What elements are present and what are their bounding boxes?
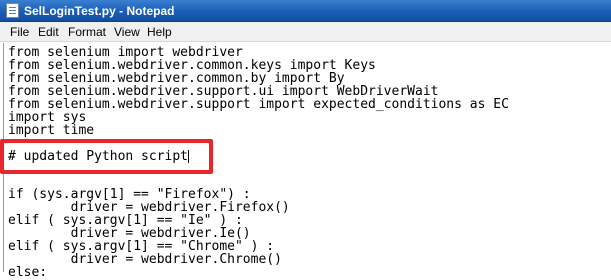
highlight-annotation-box xyxy=(0,139,213,174)
code-line: driver = webdriver.Chrome() xyxy=(8,252,282,267)
notepad-icon[interactable] xyxy=(6,3,19,18)
menu-edit[interactable]: Edit xyxy=(38,25,59,39)
menu-bar: File Edit Format View Help xyxy=(0,22,611,42)
code-line: else: xyxy=(8,265,48,280)
menu-view[interactable]: View xyxy=(114,25,140,39)
code-line: import time xyxy=(8,123,95,138)
menu-file[interactable]: File xyxy=(10,25,29,39)
window-title: SelLoginTest.py - Notepad xyxy=(24,4,175,18)
title-bar[interactable]: SelLoginTest.py - Notepad xyxy=(0,0,611,22)
menu-format[interactable]: Format xyxy=(68,25,106,39)
menu-help[interactable]: Help xyxy=(147,25,172,39)
